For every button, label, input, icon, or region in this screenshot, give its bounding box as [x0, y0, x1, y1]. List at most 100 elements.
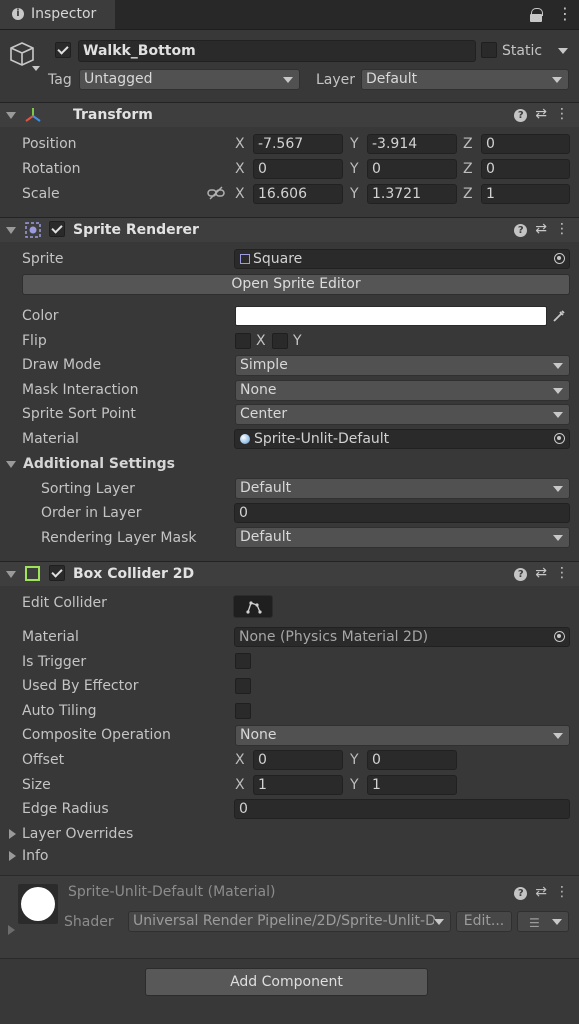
- y-axis-label[interactable]: Y: [350, 134, 359, 154]
- flip-x-checkbox[interactable]: [235, 333, 251, 349]
- y-axis-label[interactable]: Y: [350, 775, 359, 795]
- tab-title: Inspector: [31, 6, 97, 22]
- foldout-icon[interactable]: [6, 112, 16, 119]
- size-x-field[interactable]: 1: [253, 775, 343, 795]
- chevron-down-icon: [552, 77, 562, 83]
- tab-bar: i Inspector ⋮: [0, 0, 579, 30]
- tag-dropdown[interactable]: Untagged: [79, 69, 300, 90]
- icon-dropdown-arrow-icon[interactable]: [32, 66, 40, 71]
- eyedropper-icon[interactable]: [551, 308, 567, 324]
- is-trigger-checkbox[interactable]: [235, 653, 251, 669]
- edge-radius-field[interactable]: 0: [234, 799, 570, 819]
- flip-y-label: Y: [293, 333, 302, 349]
- additional-settings-label[interactable]: Additional Settings: [23, 454, 175, 474]
- object-name-field[interactable]: Walkk_Bottom: [78, 40, 476, 62]
- chevron-down-icon: [552, 919, 562, 925]
- physics-material-field[interactable]: None (Physics Material 2D): [234, 627, 570, 647]
- box-collider-enabled-checkbox[interactable]: [49, 565, 65, 581]
- used-by-effector-checkbox[interactable]: [235, 678, 251, 694]
- context-menu-icon[interactable]: ⋮: [555, 106, 569, 122]
- x-axis-label[interactable]: X: [235, 159, 245, 179]
- help-icon[interactable]: ?: [514, 224, 528, 237]
- shader-dropdown[interactable]: Universal Render Pipeline/2D/Sprite-Unli…: [128, 911, 451, 932]
- help-icon[interactable]: ?: [514, 109, 528, 122]
- foldout-icon[interactable]: [6, 571, 16, 578]
- material-object-field[interactable]: Sprite-Unlit-Default: [234, 429, 570, 449]
- static-dropdown-arrow-icon[interactable]: [558, 48, 568, 54]
- material-foldout-icon[interactable]: [8, 925, 15, 935]
- shader-edit-button[interactable]: Edit...: [456, 911, 512, 932]
- sprite-renderer-enabled-checkbox[interactable]: [49, 221, 65, 237]
- info-foldout-icon[interactable]: [9, 851, 16, 861]
- transform-header[interactable]: Transform ? ⇄ ⋮: [0, 102, 579, 127]
- composite-operation-dropdown[interactable]: None: [235, 725, 570, 746]
- offset-x-field[interactable]: 0: [253, 750, 343, 770]
- position-z-field[interactable]: 0: [481, 134, 570, 154]
- box-collider-header[interactable]: Box Collider 2D ? ⇄ ⋮: [0, 561, 579, 586]
- y-axis-label[interactable]: Y: [350, 184, 359, 204]
- context-menu-icon[interactable]: ⋮: [555, 884, 569, 900]
- info-label[interactable]: Info: [22, 846, 49, 866]
- foldout-icon[interactable]: [6, 227, 16, 234]
- edit-collider-button[interactable]: [233, 595, 273, 618]
- size-y-field[interactable]: 1: [367, 775, 457, 795]
- flip-y-checkbox[interactable]: [272, 333, 288, 349]
- add-component-label: Add Component: [230, 974, 343, 990]
- preset-icon[interactable]: ⇄: [535, 884, 547, 900]
- object-picker-icon[interactable]: [554, 631, 565, 642]
- scale-x-field[interactable]: 16.606: [253, 184, 343, 204]
- context-menu-icon[interactable]: ⋮: [555, 565, 569, 581]
- position-y-field[interactable]: -3.914: [367, 134, 457, 154]
- preset-icon[interactable]: ⇄: [535, 221, 547, 237]
- position-x-field[interactable]: -7.567: [253, 134, 343, 154]
- active-checkbox[interactable]: [55, 42, 71, 58]
- z-axis-label[interactable]: Z: [463, 184, 473, 204]
- order-in-layer-field[interactable]: 0: [234, 503, 570, 523]
- offset-y-field[interactable]: 0: [367, 750, 457, 770]
- add-component-button[interactable]: Add Component: [145, 968, 428, 996]
- z-axis-label[interactable]: Z: [463, 159, 473, 179]
- preset-icon[interactable]: ⇄: [535, 106, 547, 122]
- context-menu-icon[interactable]: ⋮: [555, 221, 569, 237]
- color-label: Color: [22, 308, 59, 324]
- mask-interaction-dropdown[interactable]: None: [235, 380, 570, 401]
- draw-mode-dropdown[interactable]: Simple: [235, 355, 570, 376]
- preset-icon[interactable]: ⇄: [535, 565, 547, 581]
- z-axis-label[interactable]: Z: [463, 134, 473, 154]
- auto-tiling-checkbox[interactable]: [235, 703, 251, 719]
- x-axis-label[interactable]: X: [235, 134, 245, 154]
- help-icon[interactable]: ?: [514, 887, 528, 900]
- sorting-layer-dropdown[interactable]: Default: [235, 478, 570, 499]
- sprite-renderer-header[interactable]: Sprite Renderer ? ⇄ ⋮: [0, 217, 579, 242]
- y-axis-label[interactable]: Y: [350, 159, 359, 179]
- constrain-proportions-icon[interactable]: [207, 186, 225, 200]
- help-icon[interactable]: ?: [514, 568, 528, 581]
- layer-overrides-label[interactable]: Layer Overrides: [22, 824, 133, 844]
- rotation-z-field[interactable]: 0: [481, 159, 570, 179]
- rotation-y-field[interactable]: 0: [367, 159, 457, 179]
- x-axis-label[interactable]: X: [235, 775, 245, 795]
- is-trigger-label: Is Trigger: [22, 654, 87, 670]
- sprite-object-field[interactable]: Square: [234, 249, 570, 269]
- x-axis-label[interactable]: X: [235, 750, 245, 770]
- scale-z-field[interactable]: 1: [481, 184, 570, 204]
- menu-icon[interactable]: ⋮: [557, 4, 573, 24]
- object-picker-icon[interactable]: [554, 253, 565, 264]
- component-header-icons: ? ⇄ ⋮: [506, 221, 569, 237]
- layer-dropdown[interactable]: Default: [361, 69, 569, 90]
- sprite-sort-point-dropdown[interactable]: Center: [235, 404, 570, 425]
- object-picker-icon[interactable]: [554, 433, 565, 444]
- chevron-down-icon: [553, 535, 563, 541]
- layer-overrides-foldout-icon[interactable]: [9, 829, 16, 839]
- y-axis-label[interactable]: Y: [350, 750, 359, 770]
- material-options-dropdown[interactable]: ☰: [517, 911, 569, 932]
- static-checkbox[interactable]: [481, 42, 497, 58]
- x-axis-label[interactable]: X: [235, 184, 245, 204]
- scale-y-field[interactable]: 1.3721: [367, 184, 457, 204]
- rotation-x-field[interactable]: 0: [253, 159, 343, 179]
- open-sprite-editor-button[interactable]: Open Sprite Editor: [22, 274, 570, 295]
- rendering-layer-mask-dropdown[interactable]: Default: [235, 527, 570, 548]
- tab-inspector[interactable]: i Inspector: [0, 0, 115, 29]
- additional-settings-foldout-icon[interactable]: [6, 461, 16, 468]
- color-swatch[interactable]: [235, 306, 547, 326]
